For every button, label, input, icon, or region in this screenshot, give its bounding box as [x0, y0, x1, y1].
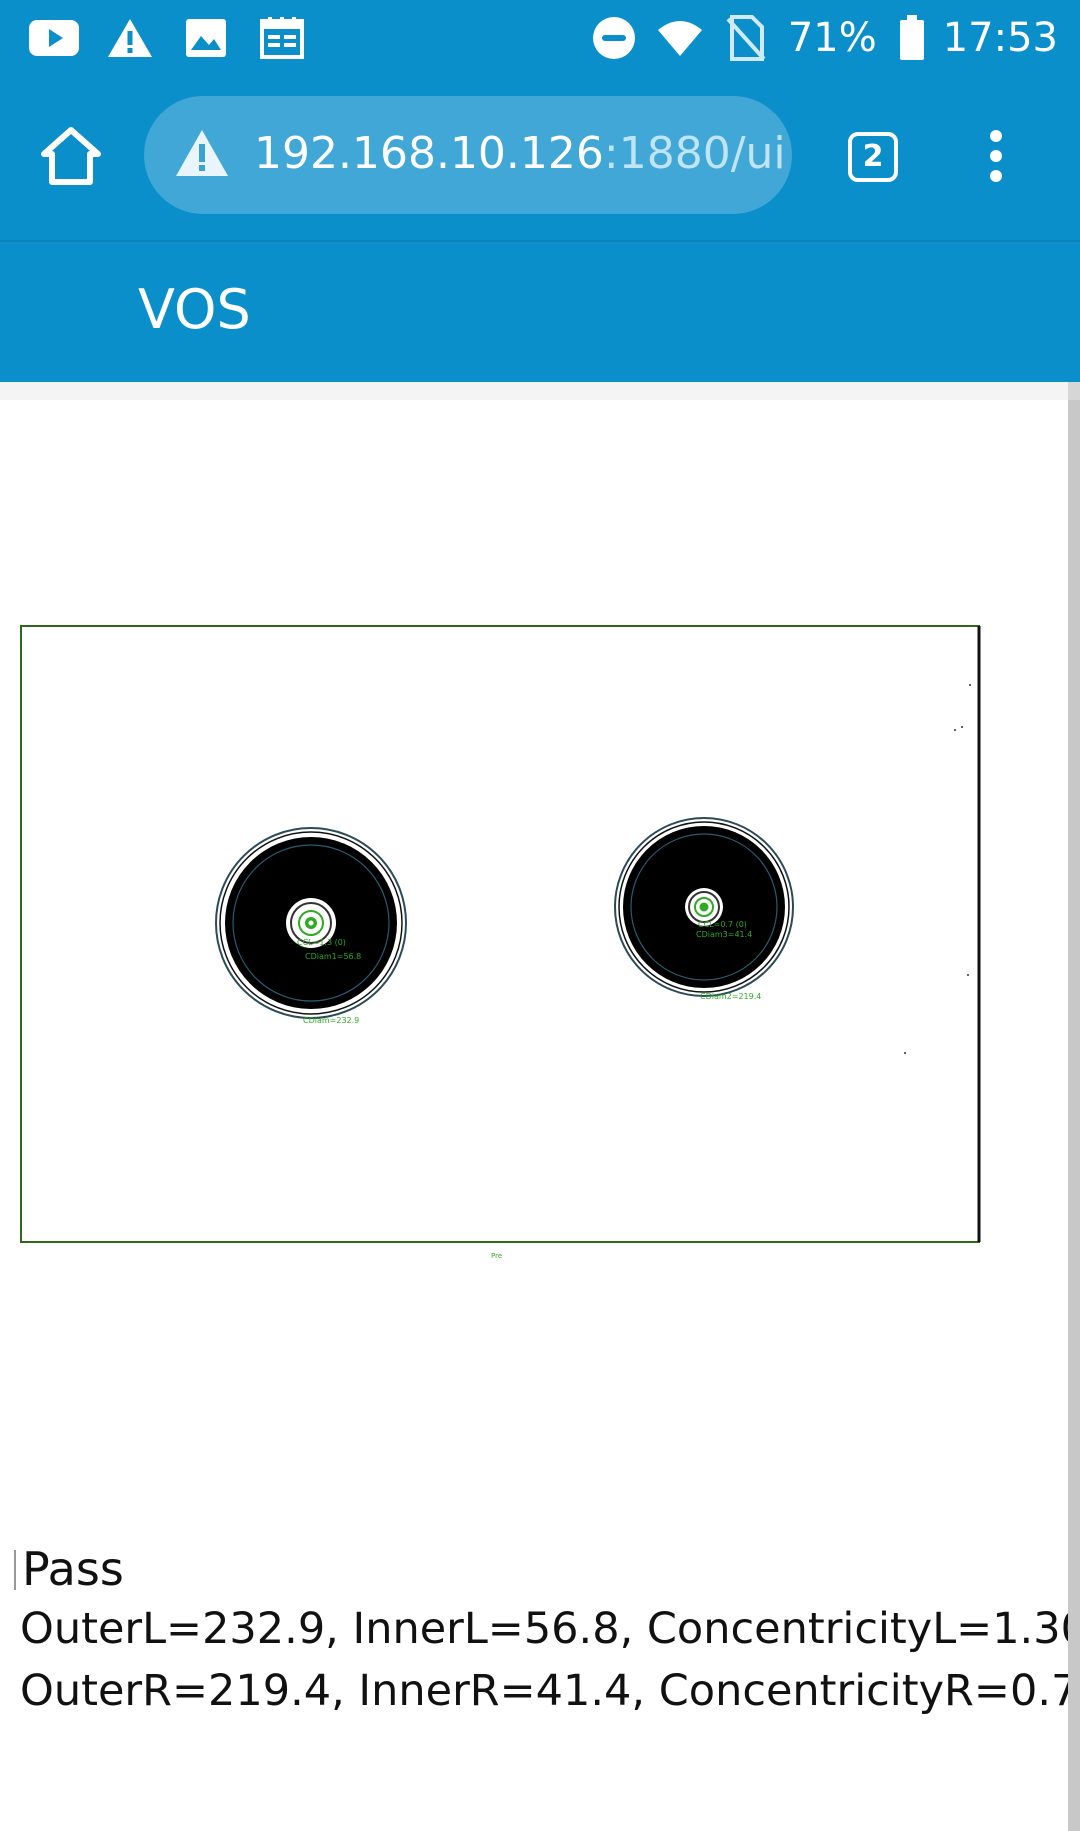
browser-toolbar: 192.168.10.126:1880/ui 2	[0, 76, 1080, 240]
menu-dot	[990, 150, 1002, 162]
home-icon	[41, 127, 101, 185]
noise-speck	[967, 974, 969, 976]
address-bar[interactable]: 192.168.10.126:1880/ui	[144, 96, 792, 214]
url-path: :1880/ui	[603, 128, 786, 179]
image-frame	[20, 625, 980, 1243]
tab-switcher-button[interactable]: 2	[848, 132, 898, 182]
right-center-mark	[699, 902, 709, 912]
do-not-disturb-icon	[590, 14, 638, 62]
battery-icon	[899, 14, 925, 62]
left-concentricity-label: CCL=1.3 (0)	[297, 938, 346, 947]
calendar-icon	[256, 14, 308, 62]
warning-icon[interactable]	[174, 128, 230, 180]
left-center-dot	[308, 920, 314, 926]
result-left-measurements: OuterL=232.9, InnerL=56.8, Concentricity…	[20, 1604, 1080, 1654]
inspection-image: CCL=1.3 (0) CDiam1=56.8 CDiam=232.9 CCL=…	[20, 625, 981, 1260]
right-outer-diameter-label: CDiam2=219.4	[700, 992, 761, 1001]
no-sim-icon	[722, 14, 770, 62]
app-toolbar: VOS	[0, 240, 1080, 384]
image-caption: Pre	[491, 1252, 502, 1260]
inspection-result: Pass OuterL=232.9, InnerL=56.8, Concentr…	[14, 1540, 1080, 1722]
battery-percent: 71%	[787, 15, 877, 61]
image-icon	[180, 14, 232, 62]
text-caret	[14, 1550, 16, 1590]
url-host: 192.168.10.126	[254, 128, 604, 179]
result-right-measurements: OuterR=219.4, InnerR=41.4, Concentricity…	[20, 1666, 1080, 1716]
home-button[interactable]	[38, 124, 104, 190]
warning-icon	[104, 14, 156, 62]
right-concentricity-label: CCL=0.7 (0)	[698, 920, 747, 929]
noise-speck	[904, 1052, 906, 1054]
noise-speck	[954, 729, 956, 731]
page-title: VOS	[138, 278, 251, 341]
youtube-icon	[28, 14, 80, 62]
clock: 17:53	[942, 15, 1058, 61]
dashboard-content: CCL=1.3 (0) CDiam1=56.8 CDiam=232.9 CCL=…	[0, 382, 1080, 1831]
content-divider	[0, 382, 1068, 400]
scrollbar-thumb[interactable]	[1068, 400, 1080, 1831]
system-icons: 71% 17:53	[590, 10, 1058, 66]
menu-dot	[990, 130, 1002, 142]
notification-icons	[28, 14, 308, 62]
noise-speck	[969, 684, 971, 686]
noise-speck	[961, 726, 963, 728]
status-bar: 71% 17:53	[0, 0, 1080, 76]
result-status: Pass	[22, 1542, 124, 1596]
right-inner-diameter-label: CDiam3=41.4	[696, 930, 752, 939]
menu-dot	[990, 170, 1002, 182]
left-outer-diameter-label: CDiam=232.9	[303, 1016, 359, 1025]
wifi-icon	[656, 14, 704, 62]
url-text[interactable]: 192.168.10.126:1880/ui	[254, 124, 786, 184]
overflow-menu-button[interactable]	[976, 124, 1016, 190]
left-inner-diameter-label: CDiam1=56.8	[305, 952, 361, 961]
